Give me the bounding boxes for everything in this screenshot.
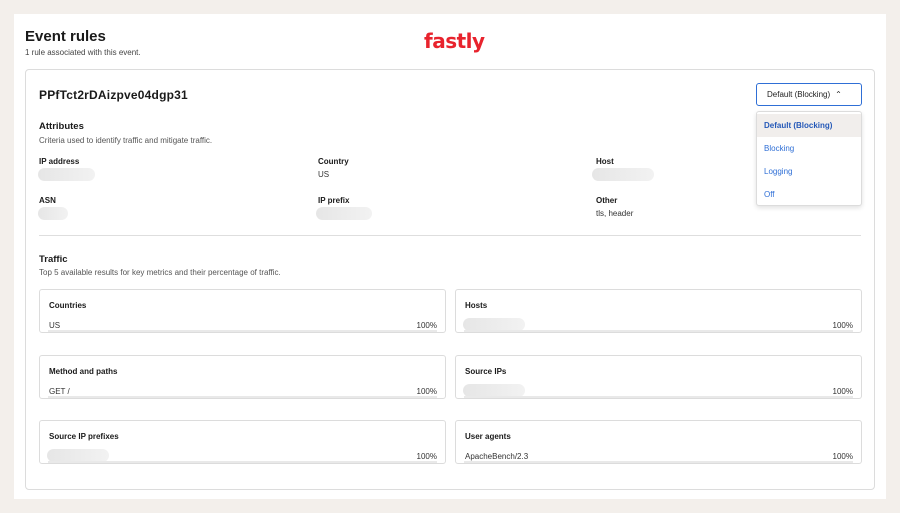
ip-prefix-redacted <box>316 207 372 220</box>
rule-id: PPfTct2rDAizpve04dgp31 <box>39 88 188 102</box>
country-label: Country <box>318 157 349 166</box>
traffic-card-title: Countries <box>49 301 87 310</box>
traffic-card-bar <box>464 396 853 398</box>
traffic-card-title: Method and paths <box>49 367 118 376</box>
traffic-card-user-agents: User agents ApacheBench/2.3 100% <box>455 420 862 464</box>
traffic-card-percent: 100% <box>416 321 437 330</box>
traffic-card-percent: 100% <box>832 452 853 461</box>
asn-redacted <box>38 207 68 220</box>
other-label: Other <box>596 196 618 205</box>
traffic-card-method-paths: Method and paths GET / 100% <box>39 355 446 399</box>
attributes-title: Attributes <box>39 121 84 132</box>
mode-select-value: Default (Blocking) <box>767 90 831 99</box>
traffic-card-bar <box>464 461 853 463</box>
other-value: tls, header <box>596 209 634 218</box>
traffic-card-bar <box>48 330 437 332</box>
menu-item-blocking[interactable]: Blocking <box>757 137 861 160</box>
rule-card: PPfTct2rDAizpve04dgp31 Default (Blocking… <box>25 69 875 490</box>
traffic-card-value: US <box>49 321 61 330</box>
traffic-card-source-ip-prefixes: Source IP prefixes 100% <box>39 420 446 464</box>
page-title: Event rules <box>25 28 106 45</box>
traffic-card-percent: 100% <box>832 321 853 330</box>
mode-dropdown-menu: Default (Blocking) Blocking Logging Off <box>756 111 862 206</box>
traffic-card-bar <box>464 330 853 332</box>
traffic-card-bar <box>48 396 437 398</box>
host-label: Host <box>596 157 614 166</box>
menu-item-logging[interactable]: Logging <box>757 160 861 183</box>
section-divider <box>39 235 861 236</box>
traffic-card-bar <box>48 461 437 463</box>
traffic-card-countries: Countries US 100% <box>39 289 446 333</box>
traffic-card-source-ips: Source IPs 100% <box>455 355 862 399</box>
traffic-card-hosts: Hosts 100% <box>455 289 862 333</box>
ip-address-label: IP address <box>39 157 80 166</box>
traffic-card-value: GET / <box>49 387 70 396</box>
chevron-up-icon: ⌃ <box>835 90 842 99</box>
country-value: US <box>318 170 330 179</box>
menu-item-default-blocking[interactable]: Default (Blocking) <box>757 114 861 137</box>
traffic-card-title: Source IPs <box>465 367 507 376</box>
traffic-card-title: User agents <box>465 432 511 441</box>
main-panel: Event rules 1 rule associated with this … <box>14 14 886 499</box>
traffic-card-percent: 100% <box>416 452 437 461</box>
menu-item-off[interactable]: Off <box>757 183 861 206</box>
traffic-title: Traffic <box>39 254 68 265</box>
traffic-card-title: Hosts <box>465 301 488 310</box>
host-redacted <box>592 168 654 181</box>
traffic-subtitle: Top 5 available results for key metrics … <box>39 268 281 277</box>
fastly-logo: fastly <box>424 29 485 53</box>
asn-label: ASN <box>39 196 56 205</box>
mode-select[interactable]: Default (Blocking) ⌃ <box>756 83 862 106</box>
traffic-card-percent: 100% <box>416 387 437 396</box>
attributes-subtitle: Criteria used to identify traffic and mi… <box>39 136 213 145</box>
traffic-card-value: ApacheBench/2.3 <box>465 452 529 461</box>
page-subtitle: 1 rule associated with this event. <box>25 48 141 57</box>
ip-prefix-label: IP prefix <box>318 196 350 205</box>
ip-address-redacted <box>38 168 95 181</box>
traffic-card-percent: 100% <box>832 387 853 396</box>
traffic-card-title: Source IP prefixes <box>49 432 119 441</box>
